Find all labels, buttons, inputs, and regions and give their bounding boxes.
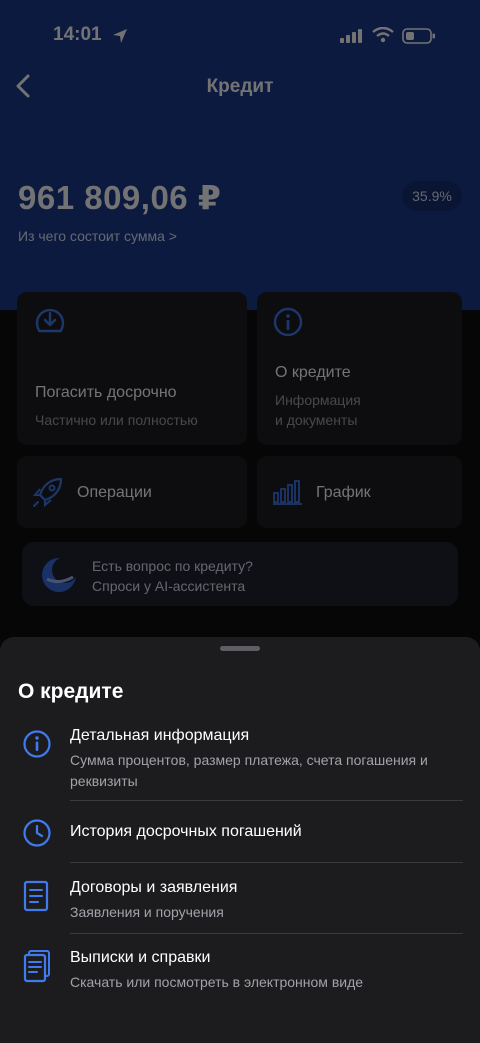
divider xyxy=(70,800,463,801)
sheet-item-subtitle: Скачать или посмотреть в электронном вид… xyxy=(70,974,364,990)
interest-rate-badge: 35.9% xyxy=(402,181,462,211)
divider xyxy=(70,933,463,934)
page-title: Кредит xyxy=(206,76,274,97)
early-repayment-title: Погасить досрочно xyxy=(35,384,177,401)
sheet-title: О кредите xyxy=(18,680,124,703)
sheet-item-contracts[interactable]: Договоры и заявления Заявления и поручен… xyxy=(0,879,480,933)
download-circle-icon xyxy=(35,308,65,333)
clock-icon xyxy=(23,819,51,847)
sheet-item-statements[interactable]: Выписки и справки Скачать или посмотреть… xyxy=(0,949,480,1005)
bar-chart-icon xyxy=(273,480,302,505)
sheet-item-title: Детальная информация xyxy=(70,727,250,744)
document-icon xyxy=(23,880,49,912)
info-icon xyxy=(273,307,303,337)
sheet-item-early-repayment-history[interactable]: История досрочных погашений xyxy=(0,817,480,861)
operations-title: Операции xyxy=(77,484,152,501)
schedule-card[interactable]: График xyxy=(257,456,462,528)
early-repayment-card[interactable]: Погасить досрочно Частично или полностью xyxy=(17,292,247,445)
status-time: 14:01 xyxy=(53,24,102,45)
sheet-item-title: Выписки и справки xyxy=(70,949,211,966)
balance-breakdown-link[interactable]: Из чего состоит сумма > xyxy=(18,228,177,244)
sheet-item-title: Договоры и заявления xyxy=(70,879,238,896)
cellular-signal-icon xyxy=(340,29,362,43)
loan-balance: 961 809,06 ₽ xyxy=(18,179,222,216)
sheet-item-detailed-info[interactable]: Детальная информация Сумма процентов, ра… xyxy=(0,725,480,801)
schedule-title: График xyxy=(316,484,371,501)
rocket-icon xyxy=(32,477,63,508)
documents-stack-icon xyxy=(23,950,50,983)
sheet-item-subtitle: Заявления и поручения xyxy=(70,904,224,920)
operations-card[interactable]: Операции xyxy=(17,456,247,528)
about-loan-title: О кредите xyxy=(275,364,351,381)
ai-assistant-question: Есть вопрос по кредиту? xyxy=(92,558,253,574)
sheet-item-subtitle: Сумма процентов, размер платежа, счета п… xyxy=(70,752,428,789)
about-loan-subtitle: Информация и документы xyxy=(275,392,361,428)
wifi-icon xyxy=(372,27,394,43)
location-arrow-icon xyxy=(113,29,127,43)
ai-assistant-text: Есть вопрос по кредиту? Спроси у AI-асси… xyxy=(92,556,253,596)
sheet-drag-handle[interactable] xyxy=(220,646,260,651)
early-repayment-subtitle: Частично или полностью xyxy=(35,412,198,428)
sheet-item-title: История досрочных погашений xyxy=(70,823,302,840)
ai-assistant-banner[interactable]: Есть вопрос по кредиту? Спроси у AI-асси… xyxy=(22,542,458,606)
ai-assistant-logo-icon xyxy=(42,557,78,592)
divider xyxy=(70,862,463,863)
about-loan-card[interactable]: О кредите Информация и документы xyxy=(257,292,462,445)
about-loan-sheet: О кредите Детальная информация Сумма про… xyxy=(0,637,480,1043)
battery-icon xyxy=(402,28,435,44)
info-icon xyxy=(23,730,51,758)
status-bar: 14:01 xyxy=(0,22,480,52)
ai-assistant-cta: Спроси у AI-ассистента xyxy=(92,578,246,594)
